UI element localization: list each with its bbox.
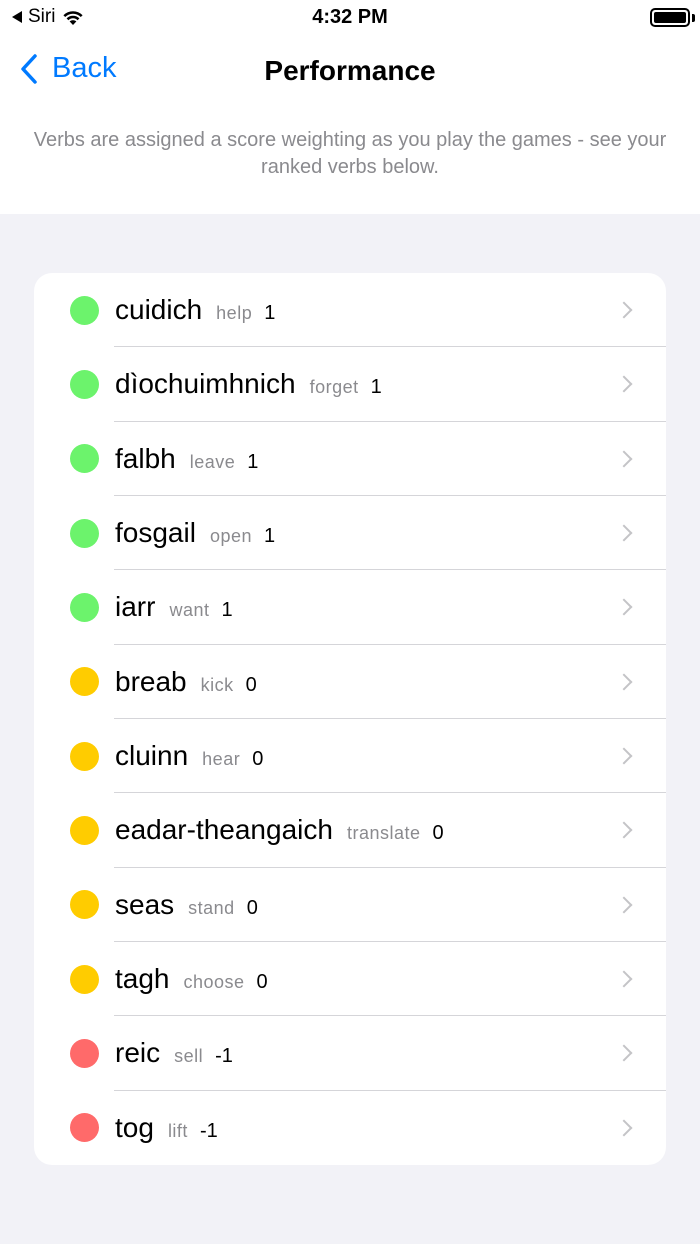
verb-row[interactable]: iarr want 1 bbox=[34, 570, 666, 645]
verb-row-text: eadar-theangaich translate 0 bbox=[115, 814, 444, 846]
verb-score: -1 bbox=[199, 1119, 218, 1142]
status-dot bbox=[70, 1113, 99, 1143]
verb-row[interactable]: cuidich help 1 bbox=[34, 273, 666, 348]
chevron-right-icon bbox=[615, 524, 633, 542]
status-dot bbox=[70, 890, 99, 920]
verb-translation: sell bbox=[174, 1046, 204, 1067]
verb-score: 1 bbox=[263, 525, 276, 548]
battery-icon bbox=[650, 8, 690, 27]
verb-row[interactable]: cluinn hear 0 bbox=[34, 719, 666, 794]
verb-list: cuidich help 1 dìochuimhnich forget 1 falbh lea… bbox=[34, 273, 666, 1165]
status-dot bbox=[70, 369, 99, 399]
verb-name: breab bbox=[115, 665, 187, 697]
chevron-right-icon bbox=[615, 673, 633, 691]
verb-score: -1 bbox=[215, 1045, 233, 1068]
verb-row-text: reic sell -1 bbox=[115, 1037, 233, 1069]
verb-row-text: falbh leave 1 bbox=[115, 443, 258, 475]
status-dot bbox=[70, 592, 99, 622]
verb-translation: open bbox=[209, 526, 252, 547]
verb-score: 1 bbox=[370, 376, 382, 399]
verb-row-text: seas stand 0 bbox=[115, 889, 258, 921]
status-dot bbox=[70, 1038, 99, 1068]
verb-name: eadar-theangaich bbox=[115, 814, 333, 846]
chevron-right-icon bbox=[615, 821, 633, 839]
status-dot bbox=[70, 295, 99, 325]
verb-name: seas bbox=[115, 888, 175, 920]
verb-row[interactable]: tog lift -1 bbox=[34, 1091, 666, 1165]
verb-row[interactable]: fosgail open 1 bbox=[34, 496, 666, 571]
chevron-right-icon bbox=[615, 301, 633, 319]
verb-row-text: fosgail open 1 bbox=[115, 517, 275, 549]
verb-score: 0 bbox=[246, 896, 258, 919]
verb-score: 1 bbox=[247, 450, 259, 473]
verb-name: cluinn bbox=[115, 740, 189, 772]
verb-row[interactable]: dìochuimhnich forget 1 bbox=[34, 347, 666, 422]
status-dot bbox=[70, 815, 99, 845]
verb-translation: leave bbox=[189, 451, 236, 472]
verb-translation: hear bbox=[202, 749, 241, 770]
verb-translation: forget bbox=[309, 377, 359, 398]
verb-row[interactable]: seas stand 0 bbox=[34, 868, 666, 943]
verb-score: 0 bbox=[256, 971, 268, 994]
verb-translation: lift bbox=[167, 1120, 188, 1141]
verb-row-text: breab kick 0 bbox=[115, 666, 257, 698]
chevron-right-icon bbox=[615, 896, 633, 914]
verb-row-text: dìochuimhnich forget 1 bbox=[115, 368, 382, 400]
verb-name: tagh bbox=[115, 963, 170, 995]
verb-score: 1 bbox=[264, 302, 276, 325]
verb-name: cuidich bbox=[115, 294, 203, 326]
verb-name: iarr bbox=[115, 591, 156, 623]
verb-score: 1 bbox=[221, 599, 233, 622]
verb-name: falbh bbox=[115, 442, 176, 474]
chevron-right-icon bbox=[615, 450, 633, 468]
chevron-right-icon bbox=[615, 970, 633, 988]
verb-translation: kick bbox=[200, 674, 234, 695]
status-dot bbox=[70, 667, 99, 697]
verb-translation: want bbox=[169, 600, 210, 621]
status-dot bbox=[70, 518, 99, 548]
status-dot bbox=[70, 741, 99, 771]
battery-nub bbox=[692, 14, 695, 22]
verb-score: 0 bbox=[432, 822, 444, 845]
verb-row[interactable]: breab kick 0 bbox=[34, 645, 666, 720]
page-title: Performance bbox=[264, 55, 436, 86]
verb-name: dìochuimhnich bbox=[115, 368, 296, 400]
verb-row-text: cluinn hear 0 bbox=[115, 740, 263, 772]
verb-row-text: iarr want 1 bbox=[115, 591, 233, 623]
verb-score: 0 bbox=[245, 673, 257, 696]
status-bar: Siri 4:32 PM bbox=[0, 0, 700, 40]
description-text: Verbs are assigned a score weighting as … bbox=[0, 104, 700, 214]
status-dot bbox=[70, 964, 99, 994]
chevron-right-icon bbox=[615, 1044, 633, 1062]
chevron-right-icon bbox=[615, 375, 633, 393]
chevron-right-icon bbox=[615, 747, 633, 765]
verb-translation: stand bbox=[188, 897, 235, 918]
verb-translation: help bbox=[216, 303, 253, 324]
status-dot bbox=[70, 444, 99, 474]
verb-row[interactable]: eadar-theangaich translate 0 bbox=[34, 793, 666, 868]
verb-row[interactable]: reic sell -1 bbox=[34, 1016, 666, 1091]
verb-row-text: tog lift -1 bbox=[115, 1112, 218, 1144]
verb-score: 0 bbox=[252, 748, 264, 771]
chevron-right-icon bbox=[615, 1119, 633, 1137]
verb-name: fosgail bbox=[115, 517, 196, 549]
verb-translation: choose bbox=[183, 972, 245, 993]
navigation-bar: Back Performance bbox=[0, 40, 700, 104]
chevron-right-icon bbox=[615, 598, 633, 616]
verb-name: tog bbox=[115, 1111, 154, 1143]
status-time: 4:32 PM bbox=[312, 6, 388, 28]
verb-translation: translate bbox=[346, 823, 421, 844]
verb-row-text: tagh choose 0 bbox=[115, 963, 268, 995]
verb-row-text: cuidich help 1 bbox=[115, 294, 275, 326]
verb-row[interactable]: tagh choose 0 bbox=[34, 942, 666, 1017]
verb-name: reic bbox=[115, 1037, 161, 1069]
verb-row[interactable]: falbh leave 1 bbox=[34, 422, 666, 497]
